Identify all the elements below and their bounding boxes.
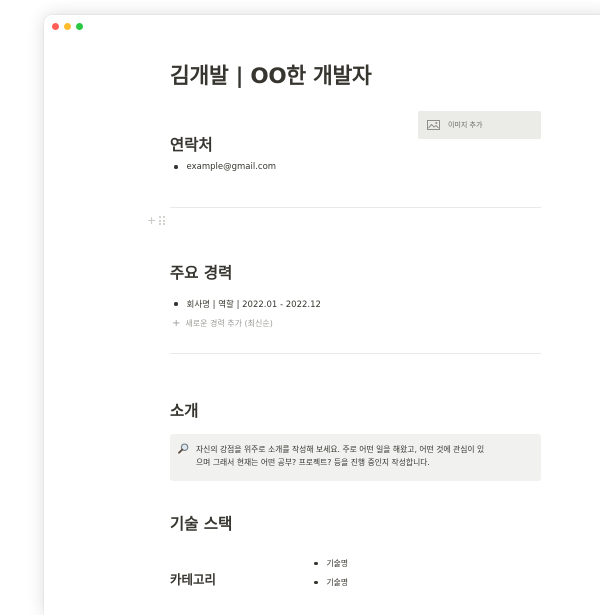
section-divider bbox=[170, 353, 541, 354]
image-icon bbox=[427, 120, 440, 130]
skill-item-text: 기술명 bbox=[326, 578, 349, 587]
intro-heading[interactable]: 소개 bbox=[170, 399, 199, 421]
section-divider bbox=[170, 207, 541, 208]
career-heading[interactable]: 주요 경력 bbox=[170, 261, 232, 283]
add-block-icon[interactable]: + bbox=[147, 215, 156, 226]
magnifier-icon bbox=[178, 443, 189, 454]
add-career-button[interactable]: + 새로운 경력 추가 (최신순) bbox=[172, 318, 273, 329]
add-career-label: 새로운 경력 추가 (최신순) bbox=[185, 319, 273, 328]
callout-line: 으며 그래서 현재는 어떤 공부? 프로젝트? 등을 진행 중인지 작성합니다. bbox=[196, 458, 430, 467]
callout-line: 자신의 강점을 위주로 소개를 작성해 보세요. 주로 어떤 일을 해왔고, 어… bbox=[196, 445, 485, 454]
skills-heading[interactable]: 기술 스택 bbox=[170, 512, 232, 534]
intro-callout[interactable]: 자신의 강점을 위주로 소개를 작성해 보세요. 주로 어떤 일을 해왔고, 어… bbox=[170, 434, 541, 481]
plus-icon: + bbox=[172, 317, 181, 329]
skill-item[interactable]: 기술명 bbox=[314, 558, 348, 569]
bullet-icon bbox=[314, 580, 318, 585]
career-item[interactable]: 회사명 | 역할 | 2022.01 - 2022.12 bbox=[174, 298, 321, 310]
add-image-label: 이미지 추가 bbox=[448, 121, 483, 129]
bullet-icon bbox=[174, 302, 178, 306]
bullet-icon bbox=[174, 165, 178, 169]
minimize-window-button[interactable] bbox=[64, 23, 71, 30]
callout-text: 자신의 강점을 위주로 소개를 작성해 보세요. 주로 어떤 일을 해왔고, 어… bbox=[196, 443, 484, 481]
bullet-icon bbox=[314, 561, 318, 566]
maximize-window-button[interactable] bbox=[76, 23, 83, 30]
add-image-button[interactable]: 이미지 추가 bbox=[418, 111, 541, 139]
window-controls bbox=[52, 23, 83, 30]
contact-heading[interactable]: 연락처 bbox=[170, 133, 213, 155]
block-handle[interactable]: + bbox=[147, 215, 165, 226]
app-window: 김개발 | OO한 개발자 이미지 추가 연락처 example@gmail.c… bbox=[44, 15, 600, 615]
contact-email-item[interactable]: example@gmail.com bbox=[174, 162, 276, 172]
contact-email-text: example@gmail.com bbox=[186, 162, 277, 172]
page-title[interactable]: 김개발 | OO한 개발자 bbox=[170, 59, 372, 90]
skill-item-text: 기술명 bbox=[326, 559, 349, 568]
skill-item[interactable]: 기술명 bbox=[314, 577, 348, 588]
close-window-button[interactable] bbox=[52, 23, 59, 30]
skill-category[interactable]: 카테고리 bbox=[170, 569, 216, 588]
drag-handle-icon[interactable] bbox=[159, 216, 165, 225]
career-item-text: 회사명 | 역할 | 2022.01 - 2022.12 bbox=[186, 300, 321, 310]
